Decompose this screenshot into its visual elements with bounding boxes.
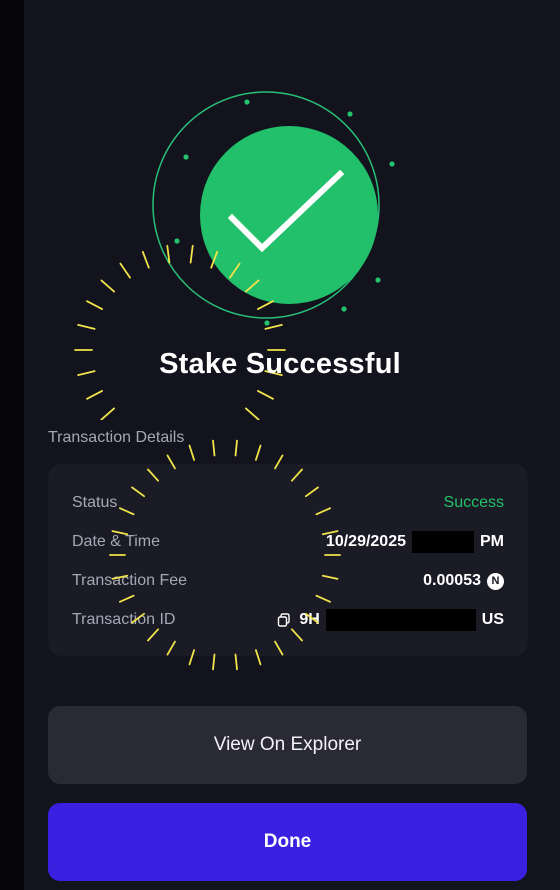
txid-value[interactable]: 9H US — [277, 609, 504, 631]
spark-dash — [86, 389, 103, 400]
sparkle-dot — [244, 99, 250, 105]
sparkle-dot — [264, 320, 270, 326]
spark-dash — [77, 323, 96, 330]
sparkle-dot — [347, 111, 353, 117]
datetime-date: 10/29/2025 — [325, 533, 406, 550]
spark-dash — [86, 300, 103, 311]
spark-dash — [212, 439, 216, 457]
token-icon: N — [487, 572, 504, 590]
spark-dash — [256, 389, 274, 400]
view-on-explorer-button[interactable]: View On Explorer — [48, 706, 527, 784]
sparkle-dot — [183, 154, 189, 160]
transaction-details-card: Status Success Date & Time 10/29/2025 PM… — [48, 464, 528, 656]
sparkle-dot — [174, 238, 180, 244]
fee-label: Transaction Fee — [72, 572, 188, 589]
spark-dash — [141, 250, 150, 269]
status-value: Success — [443, 494, 504, 511]
status-label: Status — [72, 494, 118, 511]
spark-dash — [212, 653, 216, 671]
fee-value-wrap: 0.00053 N — [423, 572, 504, 590]
datetime-row: Date & Time 10/29/2025 PM — [72, 530, 504, 554]
spark-dash — [234, 439, 238, 457]
spark-dash — [119, 262, 131, 279]
done-button[interactable]: Done — [48, 803, 527, 881]
success-circle — [200, 126, 378, 304]
txid-prefix: 9H — [299, 611, 320, 628]
datetime-ampm: PM — [480, 533, 504, 550]
sparkle-dot — [375, 277, 381, 283]
spark-dash — [254, 444, 262, 461]
spark-dash — [264, 323, 283, 330]
txid-row: Transaction ID 9H US — [72, 608, 504, 632]
spark-dash — [244, 407, 260, 420]
page-title: Stake Successful — [159, 348, 401, 380]
spark-dash — [188, 444, 196, 461]
datetime-value: 10/29/2025 PM — [326, 531, 504, 553]
spark-dash — [189, 244, 194, 264]
txid-label: Transaction ID — [72, 611, 176, 628]
fee-row: Transaction Fee 0.00053 N — [72, 569, 504, 593]
datetime-label: Date & Time — [72, 533, 161, 550]
copy-icon[interactable] — [277, 613, 291, 627]
sparkle-dot — [389, 161, 395, 167]
spark-dash — [256, 300, 274, 311]
spark-dash — [234, 653, 238, 671]
fee-value: 0.00053 — [423, 572, 481, 589]
transaction-details-label: Transaction Details — [48, 429, 185, 446]
txid-redaction — [325, 609, 476, 631]
datetime-redaction — [412, 531, 474, 553]
status-row: Status Success — [72, 491, 504, 515]
spark-dash — [100, 407, 115, 420]
txid-suffix: US — [481, 611, 504, 628]
sparkle-dot — [341, 306, 347, 312]
spark-dash — [100, 279, 115, 293]
